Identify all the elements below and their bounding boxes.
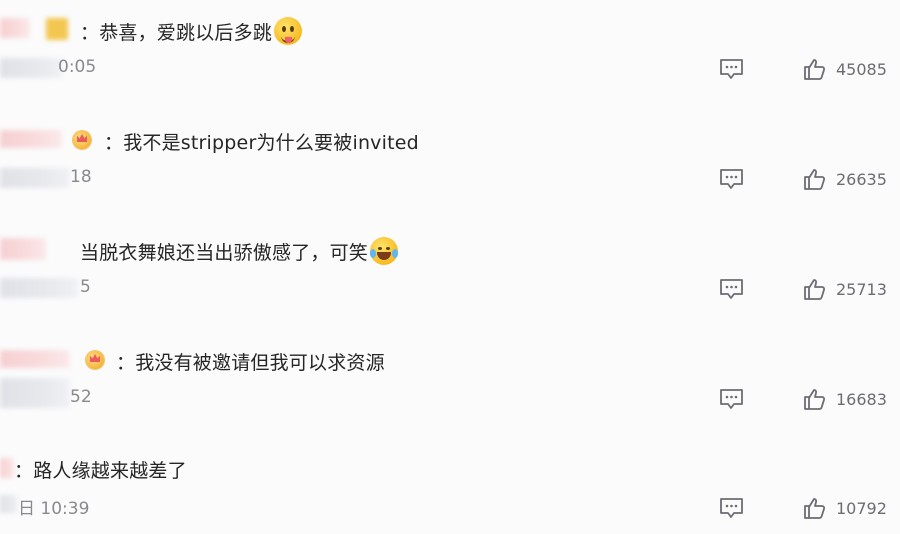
redacted-timestamp bbox=[0, 495, 18, 513]
member-badge-icon bbox=[73, 131, 91, 149]
tears-of-joy-emoji-icon bbox=[370, 236, 399, 265]
reply-button[interactable] bbox=[719, 168, 744, 190]
comment-text: 当脱衣舞娘还当出骄傲感了，可笑 bbox=[80, 236, 399, 265]
thumbs-up-icon bbox=[804, 279, 826, 300]
comment-bubble-icon bbox=[720, 59, 743, 79]
comment-timestamp: 日 10:39 bbox=[18, 499, 90, 519]
comment-text: ：恭喜，爱跳以后多跳 bbox=[80, 16, 303, 45]
like-count: 25713 bbox=[836, 279, 887, 299]
comment-text: ：我不是stripper为什么要被invited bbox=[104, 132, 419, 154]
redacted-timestamp bbox=[0, 168, 70, 188]
like-count: 16683 bbox=[836, 389, 887, 409]
redacted-timestamp bbox=[0, 58, 62, 78]
comment-text: ：路人缘越来越差了 bbox=[14, 460, 187, 482]
like-button[interactable]: 45085 bbox=[803, 57, 887, 81]
like-button[interactable]: 10792 bbox=[803, 496, 887, 520]
redacted-username bbox=[0, 18, 30, 38]
redacted-timestamp bbox=[0, 278, 78, 298]
like-button[interactable]: 16683 bbox=[803, 387, 887, 411]
reply-button[interactable] bbox=[719, 388, 744, 410]
tongue-face-emoji-icon bbox=[274, 16, 303, 45]
like-count: 45085 bbox=[836, 59, 887, 79]
comment-item: ：路人缘越来越差了 日 10:39 10792 bbox=[0, 440, 900, 534]
comment-feed: ：恭喜，爱跳以后多跳 0:05 45085 ：我不是stripper为什么要被i… bbox=[0, 0, 900, 534]
redacted-username bbox=[0, 458, 14, 478]
like-count: 26635 bbox=[836, 169, 887, 189]
reply-button[interactable] bbox=[719, 278, 744, 300]
redacted-avatar bbox=[46, 18, 68, 40]
comment-item: ：我不是stripper为什么要被invited 18 26635 bbox=[0, 110, 900, 220]
comment-item: 当脱衣舞娘还当出骄傲感了，可笑 5 25713 bbox=[0, 220, 900, 330]
comment-bubble-icon bbox=[720, 498, 743, 518]
comment-item: ：我没有被邀请但我可以求资源 52 16683 bbox=[0, 330, 900, 440]
thumbs-up-icon bbox=[804, 59, 826, 80]
redacted-username bbox=[0, 350, 70, 368]
comment-timestamp: 18 bbox=[70, 167, 92, 187]
reply-button[interactable] bbox=[719, 497, 744, 519]
comment-timestamp: 5 bbox=[80, 277, 91, 297]
like-button[interactable]: 25713 bbox=[803, 277, 887, 301]
comment-text: ：我没有被邀请但我可以求资源 bbox=[116, 352, 385, 374]
comment-item: ：恭喜，爱跳以后多跳 0:05 45085 bbox=[0, 0, 900, 110]
thumbs-up-icon bbox=[804, 169, 826, 190]
like-button[interactable]: 26635 bbox=[803, 167, 887, 191]
thumbs-up-icon bbox=[804, 389, 826, 410]
comment-bubble-icon bbox=[720, 279, 743, 299]
member-badge-icon bbox=[86, 351, 104, 369]
comment-timestamp: 0:05 bbox=[58, 57, 97, 77]
redacted-username bbox=[0, 130, 62, 148]
comment-bubble-icon bbox=[720, 169, 743, 189]
reply-button[interactable] bbox=[719, 58, 744, 80]
like-count: 10792 bbox=[836, 498, 887, 518]
comment-timestamp: 52 bbox=[70, 387, 92, 407]
thumbs-up-icon bbox=[804, 498, 826, 519]
comment-bubble-icon bbox=[720, 389, 743, 409]
redacted-username bbox=[0, 238, 46, 260]
redacted-timestamp bbox=[0, 378, 70, 408]
